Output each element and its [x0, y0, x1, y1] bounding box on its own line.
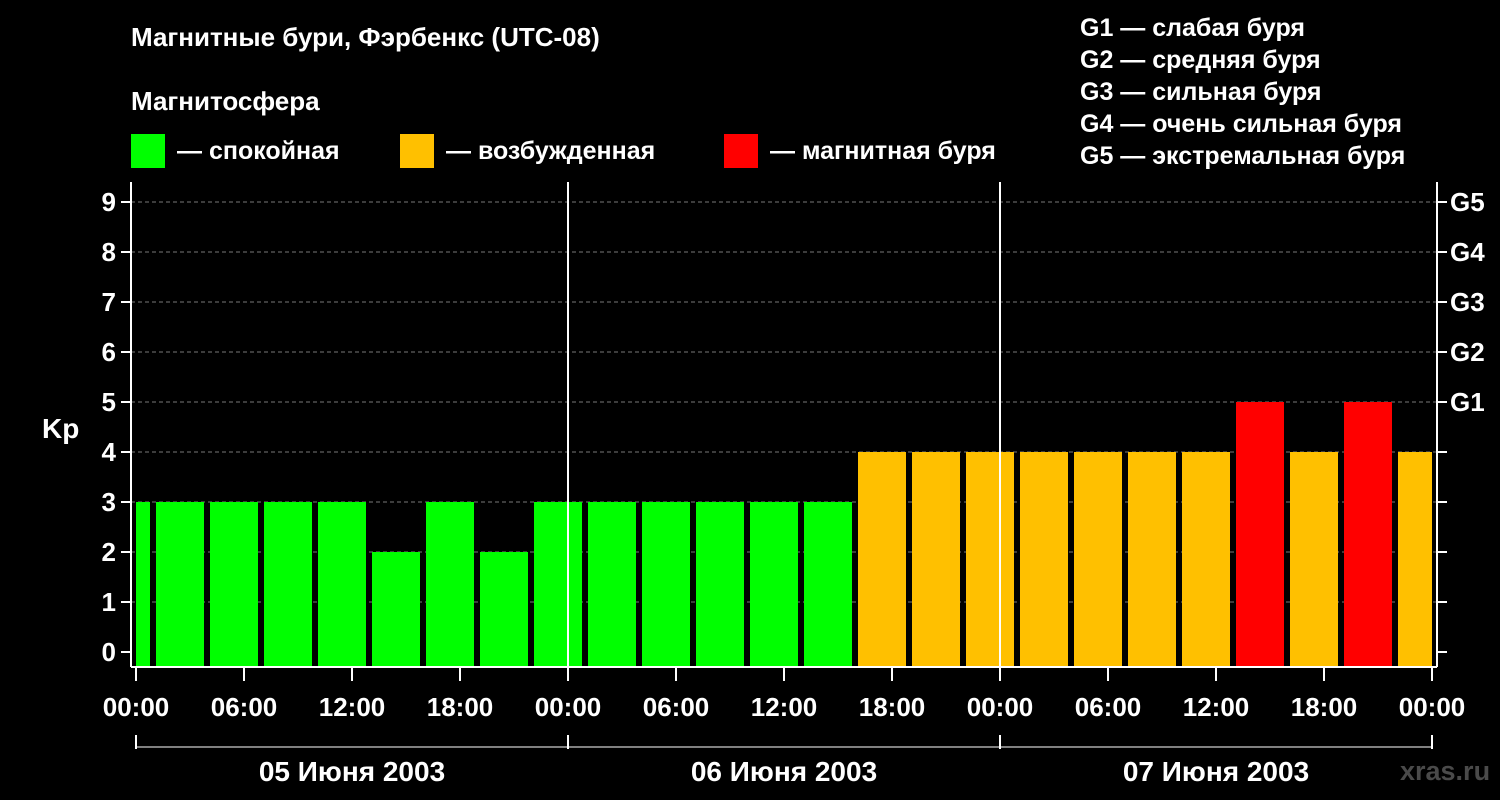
kp-bar-23 — [1344, 402, 1392, 667]
kp-chart: 0 1 2 3 4 5 6 7 8 9 G1 G2 G3 G4 G5 Kp 00:00 06:00 12:00 18:… — [42, 182, 1485, 787]
x-tick-label: 18:00 — [1291, 692, 1358, 722]
g-scale-label: G1 — [1450, 387, 1485, 417]
kp-bar-0 — [136, 502, 150, 667]
y-tick-label: 5 — [102, 387, 116, 417]
kp-bar-1 — [156, 502, 204, 667]
kp-bar-8 — [534, 502, 582, 667]
x-tick-label: 18:00 — [427, 692, 494, 722]
y-tick-label: 7 — [102, 287, 116, 317]
kp-bar-3 — [264, 502, 312, 667]
kp-bar-11 — [696, 502, 744, 667]
kp-bar-13 — [804, 502, 852, 667]
y-axis-label: Kp — [42, 413, 79, 444]
x-tick-label: 12:00 — [751, 692, 818, 722]
y-tick-label: 4 — [102, 437, 117, 467]
kp-bar-24 — [1398, 452, 1432, 667]
g-scale-label: G2 — [1450, 337, 1485, 367]
y-tick-label: 6 — [102, 337, 116, 367]
x-tick-label: 12:00 — [319, 692, 386, 722]
kp-bar-6 — [426, 502, 474, 667]
kp-bar-10 — [642, 502, 690, 667]
y-tick-label: 3 — [102, 487, 116, 517]
kp-bar-21 — [1236, 402, 1284, 667]
x-tick-label: 18:00 — [859, 692, 926, 722]
kp-bar-14 — [858, 452, 906, 667]
y-tick-label: 1 — [102, 587, 116, 617]
x-tick-label: 06:00 — [211, 692, 278, 722]
x-tick-label: 06:00 — [643, 692, 710, 722]
kp-bar-4 — [318, 502, 366, 667]
x-tick-label: 06:00 — [1075, 692, 1142, 722]
kp-bar-20 — [1182, 452, 1230, 667]
kp-bar-7 — [480, 552, 528, 667]
y-tick-label: 0 — [102, 637, 116, 667]
g-scale-label: G3 — [1450, 287, 1485, 317]
x-tick-label: 00:00 — [103, 692, 170, 722]
x-tick-label: 12:00 — [1183, 692, 1250, 722]
kp-bar-5 — [372, 552, 420, 667]
day-label: 07 Июня 2003 — [1123, 756, 1309, 787]
kp-bar-12 — [750, 502, 798, 667]
kp-bar-16 — [966, 452, 1014, 667]
x-tick-label: 00:00 — [1399, 692, 1466, 722]
g-scale-label: G5 — [1450, 187, 1485, 217]
kp-bar-19 — [1128, 452, 1176, 667]
g-scale-label: G4 — [1450, 237, 1485, 267]
day-label: 06 Июня 2003 — [691, 756, 877, 787]
x-tick-label: 00:00 — [967, 692, 1034, 722]
kp-bar-9 — [588, 502, 636, 667]
kp-bar-18 — [1074, 452, 1122, 667]
kp-bar-2 — [210, 502, 258, 667]
kp-bar-15 — [912, 452, 960, 667]
y-tick-label: 9 — [102, 187, 116, 217]
day-label: 05 Июня 2003 — [259, 756, 445, 787]
x-tick-label: 00:00 — [535, 692, 602, 722]
watermark: xras.ru — [1400, 756, 1491, 786]
y-tick-label: 2 — [102, 537, 116, 567]
kp-bar-22 — [1290, 452, 1338, 667]
y-tick-label: 8 — [102, 237, 116, 267]
kp-bar-17 — [1020, 452, 1068, 667]
